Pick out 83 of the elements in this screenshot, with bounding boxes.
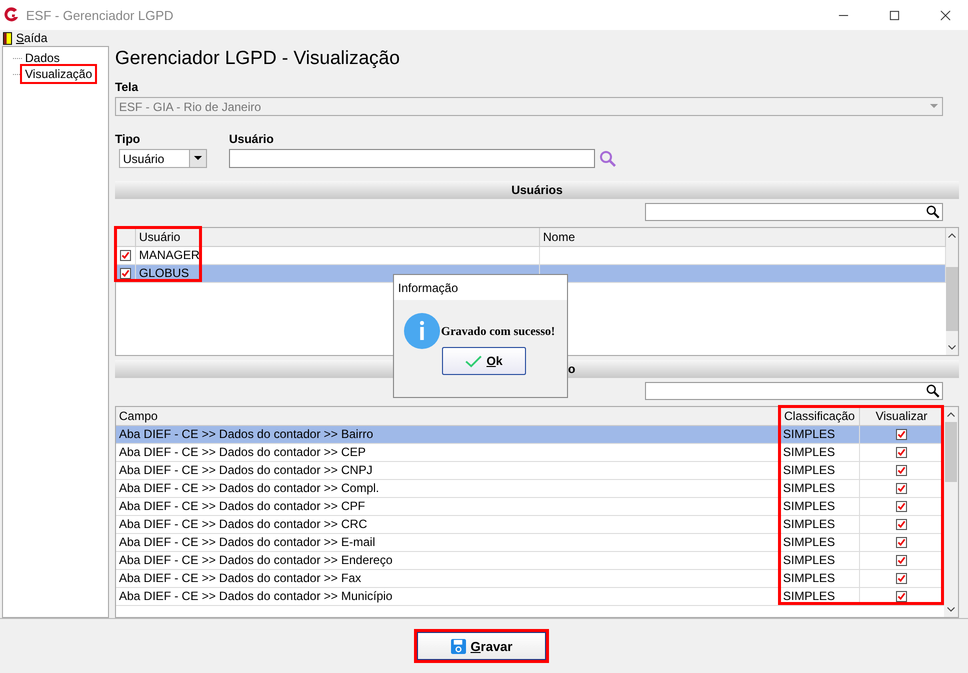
table-row[interactable]: Aba DIEF - CE >> Dados do contador >> Compl. SIMPLES xyxy=(116,480,944,498)
check-icon xyxy=(465,354,482,368)
tree-item[interactable]: Dados xyxy=(23,51,62,65)
exit-door-icon xyxy=(3,32,12,44)
table-cell: SIMPLES xyxy=(783,535,836,550)
table-cell: Aba DIEF - CE >> Dados do contador >> CPF xyxy=(119,499,366,514)
maximize-icon[interactable] xyxy=(889,10,900,20)
scroll-down-icon[interactable] xyxy=(948,345,956,350)
scrollbar-thumb[interactable] xyxy=(946,266,958,331)
table-row[interactable]: Aba DIEF - CE >> Dados do contador >> CPF SIMPLES xyxy=(116,498,944,516)
checkbox[interactable] xyxy=(896,447,907,458)
checkbox[interactable] xyxy=(896,483,907,494)
search-field[interactable] xyxy=(645,202,943,221)
table-cell: SIMPLES xyxy=(783,463,836,478)
table-row[interactable]: Aba DIEF - CE >> Dados do contador >> CNPJ SIMPLES xyxy=(116,462,944,480)
checkbox[interactable] xyxy=(120,250,131,261)
checkbox[interactable] xyxy=(896,555,907,566)
scrollbar[interactable] xyxy=(946,228,958,356)
table-cell: SIMPLES xyxy=(783,553,836,568)
app-logo-icon xyxy=(4,7,20,23)
table-cell: Aba DIEF - CE >> Dados do contador >> Endereço xyxy=(119,553,392,568)
table-cell: Aba DIEF - CE >> Dados do contador >> CRC xyxy=(119,517,368,532)
dialog-title: Informação xyxy=(398,280,458,294)
table-cell: SIMPLES xyxy=(783,589,836,604)
table-cell: Aba DIEF - CE >> Dados do contador >> E-mail xyxy=(119,535,376,550)
checkbox[interactable] xyxy=(120,268,131,279)
scroll-down-icon[interactable] xyxy=(947,607,955,612)
scroll-up-icon[interactable] xyxy=(947,412,955,418)
table-cell: Aba DIEF - CE >> Dados do contador >> Município xyxy=(119,589,392,604)
section-title: o xyxy=(568,362,576,376)
table-cell: Aba DIEF - CE >> Dados do contador >> Bairro xyxy=(119,427,374,442)
table-cell: SIMPLES xyxy=(783,481,836,496)
checkbox[interactable] xyxy=(896,501,907,512)
checkbox[interactable] xyxy=(896,429,907,440)
table-cell: Aba DIEF - CE >> Dados do contador >> Compl. xyxy=(119,481,380,496)
window-title: ESF - Gerenciador LGPD xyxy=(26,8,174,22)
table-cell: SIMPLES xyxy=(783,427,836,442)
table-row[interactable]: Aba DIEF - CE >> Dados do contador >> E-mail SIMPLES xyxy=(116,534,944,552)
search-icon[interactable] xyxy=(926,384,940,398)
menu-item[interactable]: Saída xyxy=(3,30,48,46)
table-cell: MANAGER xyxy=(139,248,200,262)
page-heading: Gerenciador LGPD - Visualização xyxy=(115,48,401,70)
section-title: Usuários xyxy=(511,182,563,197)
type-dropdown[interactable]: Usuário xyxy=(119,149,207,168)
table-cell: SIMPLES xyxy=(783,499,836,514)
search-field[interactable] xyxy=(645,382,943,400)
scrollbar[interactable] xyxy=(944,407,958,617)
field-label: Usuário xyxy=(229,132,275,146)
checkbox[interactable] xyxy=(896,591,907,602)
ok-button[interactable]: Ok xyxy=(442,347,526,375)
checkbox[interactable] xyxy=(896,537,907,548)
table-row[interactable]: Aba DIEF - CE >> Dados do contador >> Município SIMPLES xyxy=(116,588,944,606)
tree-item[interactable]: Visualização xyxy=(23,67,94,81)
info-icon xyxy=(404,313,440,349)
search-icon[interactable] xyxy=(926,204,940,219)
table-cell: Aba DIEF - CE >> Dados do contador >> CNPJ xyxy=(119,463,372,478)
caret-icon xyxy=(930,104,938,109)
checkbox[interactable] xyxy=(896,465,907,476)
close-icon[interactable] xyxy=(940,10,951,20)
checkbox[interactable] xyxy=(896,573,907,584)
table-row[interactable]: Aba DIEF - CE >> Dados do contador >> CEP SIMPLES xyxy=(116,444,944,462)
table-cell: SIMPLES xyxy=(783,571,836,586)
column-header[interactable]: Campo xyxy=(116,407,780,426)
column-header[interactable]: Usuário xyxy=(136,228,540,246)
table-cell: Aba DIEF - CE >> Dados do contador >> Fax xyxy=(119,571,362,586)
dialog-message: Gravado com sucesso! xyxy=(441,324,555,338)
checkbox[interactable] xyxy=(896,519,907,530)
scroll-up-icon[interactable] xyxy=(948,232,956,238)
field-label: Tela xyxy=(115,80,140,94)
table-cell: Aba DIEF - CE >> Dados do contador >> CEP xyxy=(119,445,366,460)
caret-icon xyxy=(194,156,202,161)
scrollbar-thumb[interactable] xyxy=(945,422,957,482)
table-cell: GLOBUS xyxy=(139,266,190,280)
table-cell: SIMPLES xyxy=(783,517,836,532)
table-row[interactable]: Aba DIEF - CE >> Dados do contador >> CRC SIMPLES xyxy=(116,516,944,534)
table-cell: SIMPLES xyxy=(783,445,836,460)
table-row[interactable]: Aba DIEF - CE >> Dados do contador >> Endereço SIMPLES xyxy=(116,552,944,570)
field-label: Tipo xyxy=(115,132,142,146)
table-row[interactable]: Aba DIEF - CE >> Dados do contador >> Fax SIMPLES xyxy=(116,570,944,588)
save-button[interactable]: Gravar xyxy=(417,632,546,660)
user-input-field[interactable] xyxy=(229,149,595,168)
table-row[interactable]: Aba DIEF - CE >> Dados do contador >> Bairro SIMPLES xyxy=(116,426,944,444)
column-header[interactable]: Classificação xyxy=(780,407,860,426)
